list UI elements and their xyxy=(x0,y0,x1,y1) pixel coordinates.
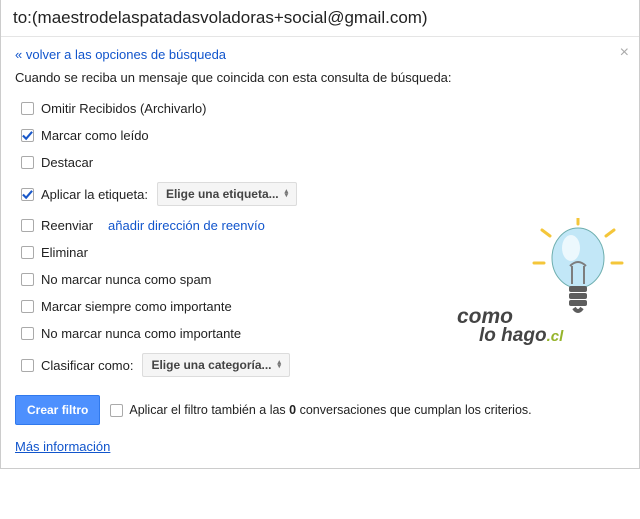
label-dropdown[interactable]: Elige una etiqueta... ▴▾ xyxy=(157,182,297,206)
label-categorize: Clasificar como: xyxy=(41,358,133,373)
option-star: Destacar xyxy=(15,149,625,176)
checkbox-apply-label[interactable] xyxy=(21,188,34,201)
label-always-important: Marcar siempre como importante xyxy=(41,299,232,314)
checkbox-delete[interactable] xyxy=(21,246,34,259)
checkbox-mark-read[interactable] xyxy=(21,129,34,142)
also-apply-wrapper: Aplicar el filtro también a las 0 conver… xyxy=(110,403,531,417)
label-star: Destacar xyxy=(41,155,93,170)
checkbox-skip-inbox[interactable] xyxy=(21,102,34,115)
checkbox-never-important[interactable] xyxy=(21,327,34,340)
updown-caret-icon: ▴▾ xyxy=(285,190,289,198)
label-mark-read: Marcar como leído xyxy=(41,128,149,143)
option-always-important: Marcar siempre como importante xyxy=(15,293,625,320)
option-forward: Reenviar añadir dirección de reenvío xyxy=(15,212,625,239)
option-mark-read: Marcar como leído xyxy=(15,122,625,149)
back-to-search-link[interactable]: « volver a las opciones de búsqueda xyxy=(15,47,226,62)
label-never-important: No marcar nunca como importante xyxy=(41,326,241,341)
close-icon[interactable]: × xyxy=(620,45,629,61)
option-never-important: No marcar nunca como importante xyxy=(15,320,625,347)
search-query-text: to:(maestrodelaspatadasvoladoras+social@… xyxy=(13,8,428,27)
footer-row: Crear filtro Aplicar el filtro también a… xyxy=(15,383,625,429)
label-forward: Reenviar xyxy=(41,218,93,233)
option-apply-label: Aplicar la etiqueta: Elige una etiqueta.… xyxy=(15,176,625,212)
checkbox-never-spam[interactable] xyxy=(21,273,34,286)
checkbox-star[interactable] xyxy=(21,156,34,169)
updown-caret-icon: ▴▾ xyxy=(278,361,282,369)
label-never-spam: No marcar nunca como spam xyxy=(41,272,212,287)
category-dropdown[interactable]: Elige una categoría... ▴▾ xyxy=(142,353,290,377)
intro-text: Cuando se reciba un mensaje que coincida… xyxy=(15,70,625,85)
option-delete: Eliminar xyxy=(15,239,625,266)
also-apply-prefix: Aplicar el filtro también a las xyxy=(129,403,289,417)
label-skip-inbox: Omitir Recibidos (Archivarlo) xyxy=(41,101,206,116)
option-skip-inbox: Omitir Recibidos (Archivarlo) xyxy=(15,95,625,122)
label-apply-label: Aplicar la etiqueta: xyxy=(41,187,148,202)
option-never-spam: No marcar nunca como spam xyxy=(15,266,625,293)
also-apply-text: Aplicar el filtro también a las 0 conver… xyxy=(129,403,531,417)
create-filter-button[interactable]: Crear filtro xyxy=(15,395,100,425)
label-delete: Eliminar xyxy=(41,245,88,260)
checkbox-always-important[interactable] xyxy=(21,300,34,313)
category-dropdown-text: Elige una categoría... xyxy=(151,358,271,372)
add-forward-address-link[interactable]: añadir dirección de reenvío xyxy=(108,218,265,233)
filter-dialog: to:(maestrodelaspatadasvoladoras+social@… xyxy=(0,0,640,469)
search-query-bar: to:(maestrodelaspatadasvoladoras+social@… xyxy=(1,0,639,37)
dialog-content: × « volver a las opciones de búsqueda Cu… xyxy=(1,37,639,468)
checkbox-also-apply[interactable] xyxy=(110,404,123,417)
checkbox-categorize[interactable] xyxy=(21,359,34,372)
label-dropdown-text: Elige una etiqueta... xyxy=(166,187,279,201)
option-categorize: Clasificar como: Elige una categoría... … xyxy=(15,347,625,383)
more-info-link[interactable]: Más información xyxy=(15,439,110,454)
also-apply-suffix: conversaciones que cumplan los criterios… xyxy=(296,403,532,417)
checkbox-forward[interactable] xyxy=(21,219,34,232)
